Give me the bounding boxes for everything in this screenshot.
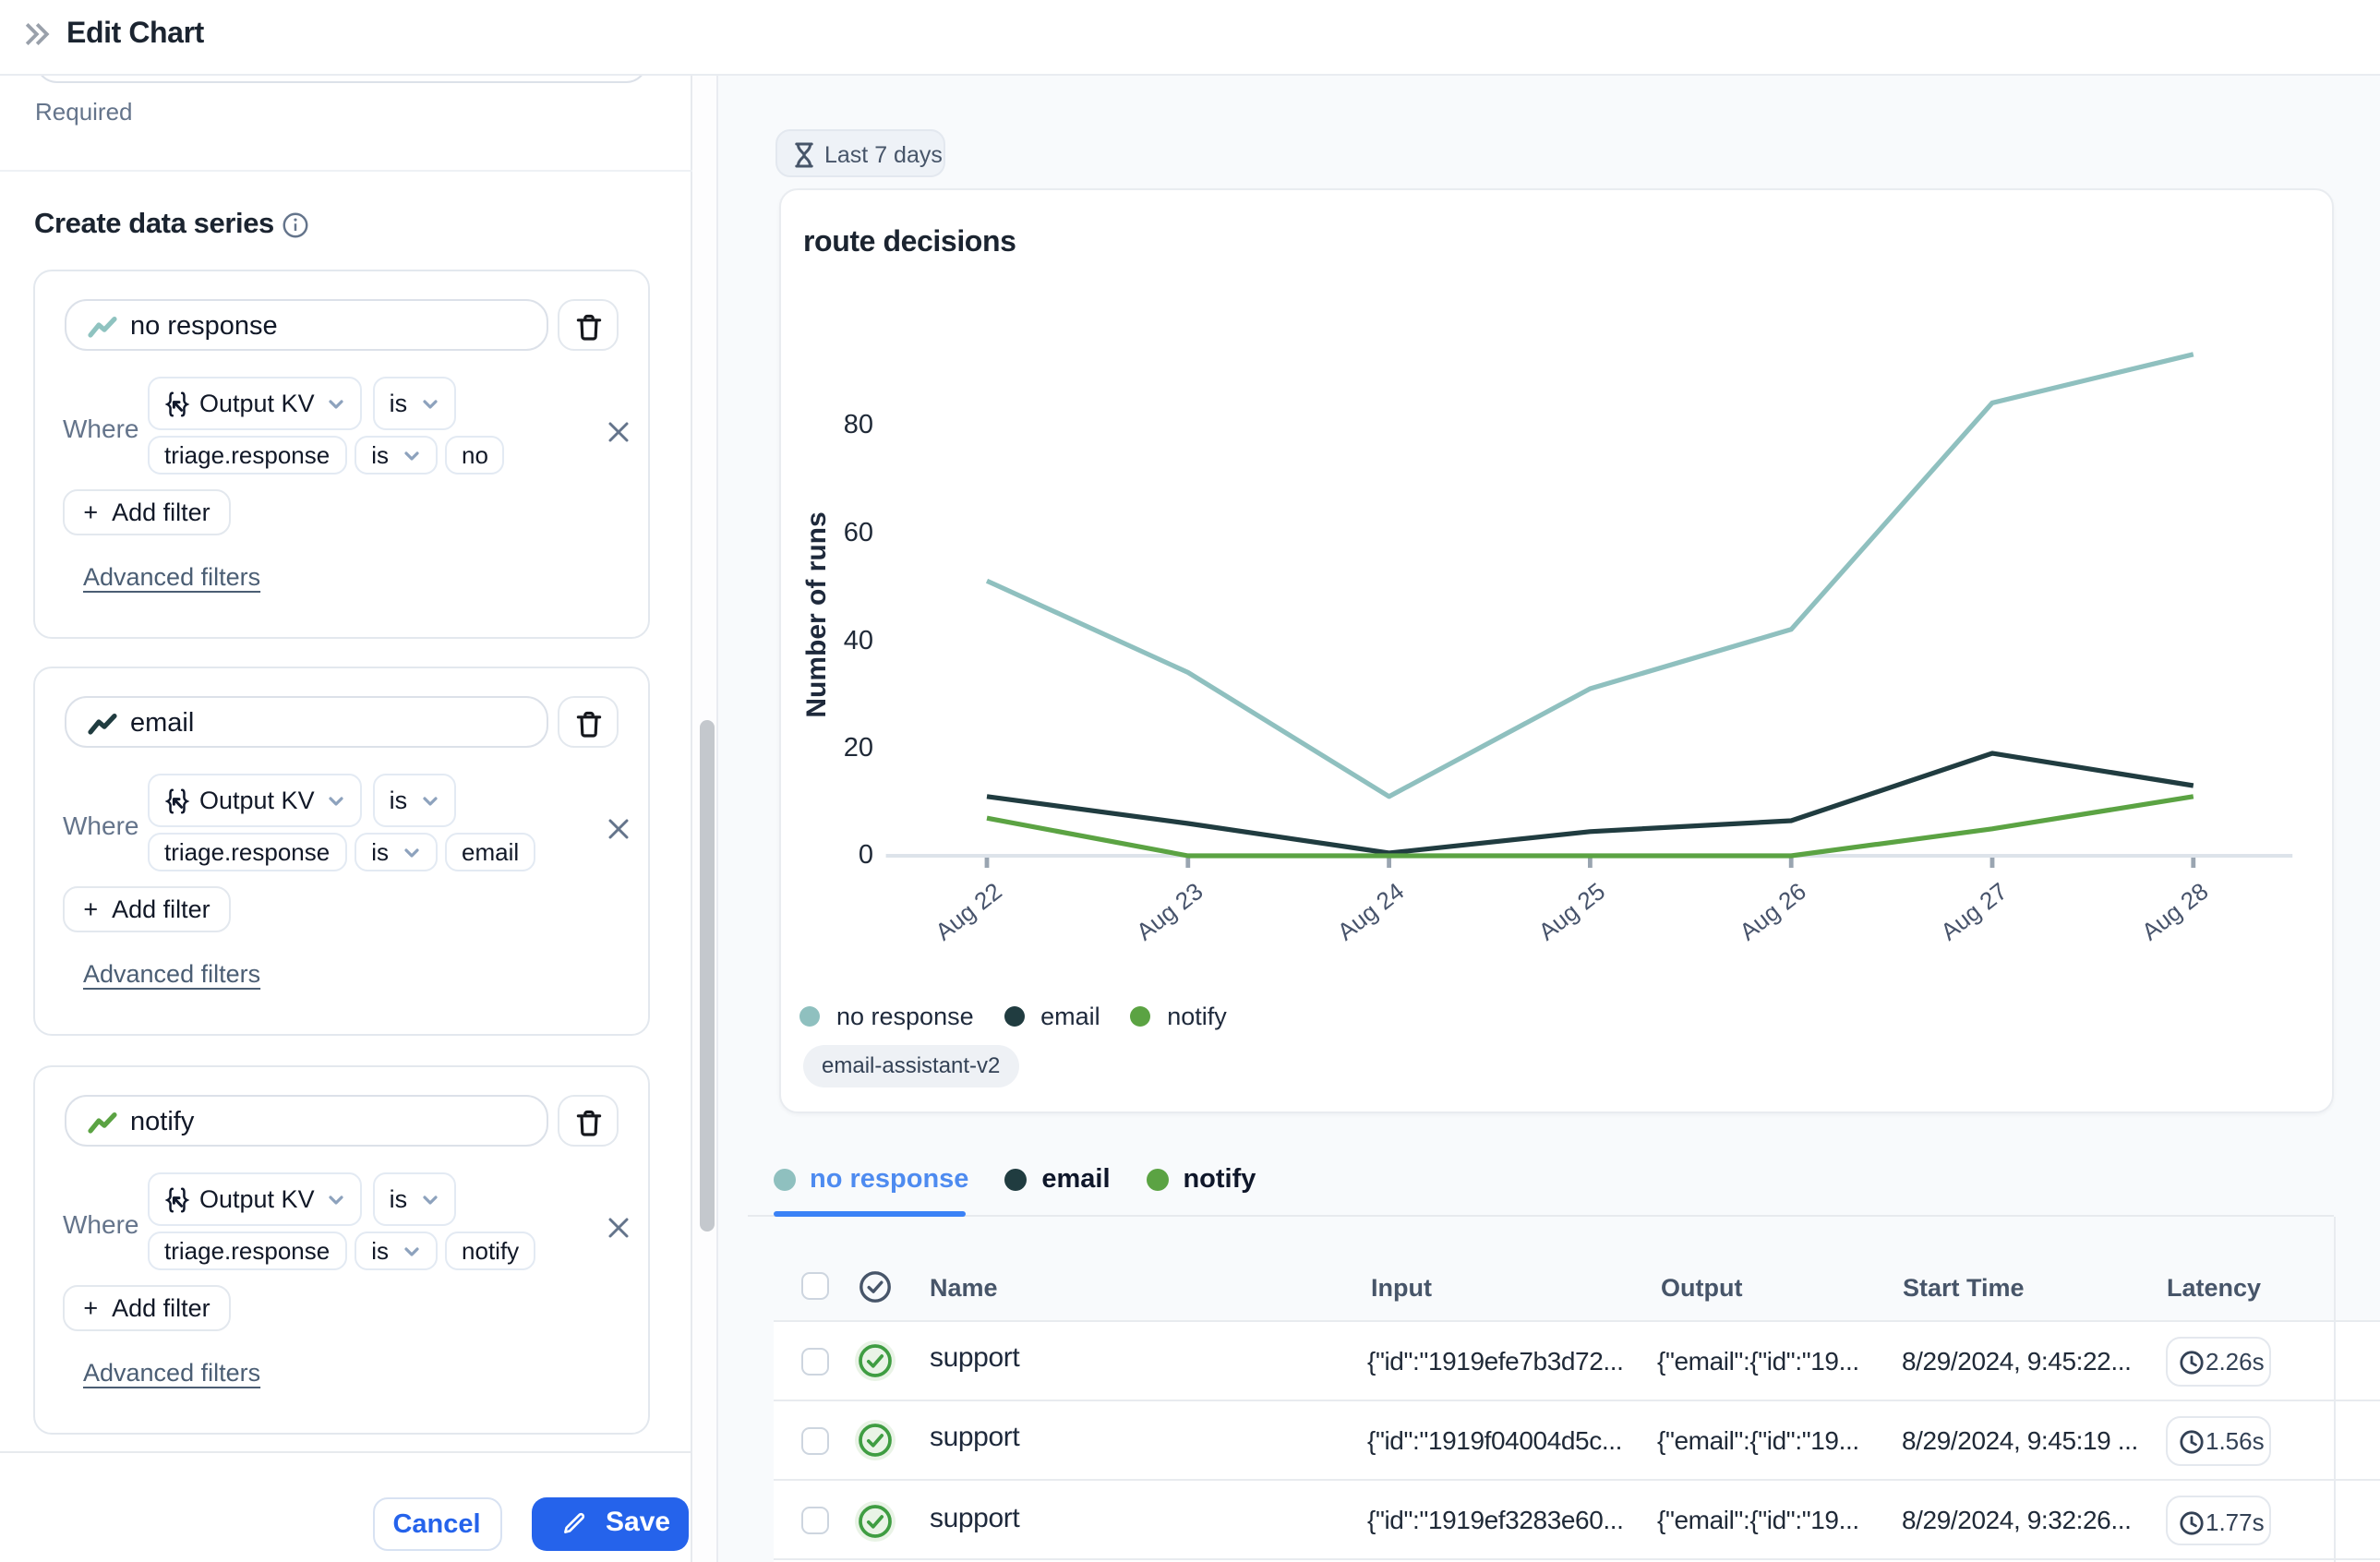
svg-text:60: 60 xyxy=(844,518,873,547)
svg-text:Aug 28: Aug 28 xyxy=(2136,877,2213,945)
svg-text:80: 80 xyxy=(844,410,873,439)
svg-text:Aug 22: Aug 22 xyxy=(930,877,1006,945)
svg-text:Aug 24: Aug 24 xyxy=(1332,877,1409,945)
svg-text:Aug 27: Aug 27 xyxy=(1935,877,2012,945)
svg-text:Aug 26: Aug 26 xyxy=(1734,877,1810,945)
svg-text:Number of runs: Number of runs xyxy=(801,511,832,717)
svg-text:0: 0 xyxy=(859,840,873,870)
svg-text:Aug 23: Aug 23 xyxy=(1131,877,1208,945)
svg-text:Aug 25: Aug 25 xyxy=(1533,877,1610,945)
svg-text:40: 40 xyxy=(844,626,873,655)
svg-text:20: 20 xyxy=(844,733,873,763)
